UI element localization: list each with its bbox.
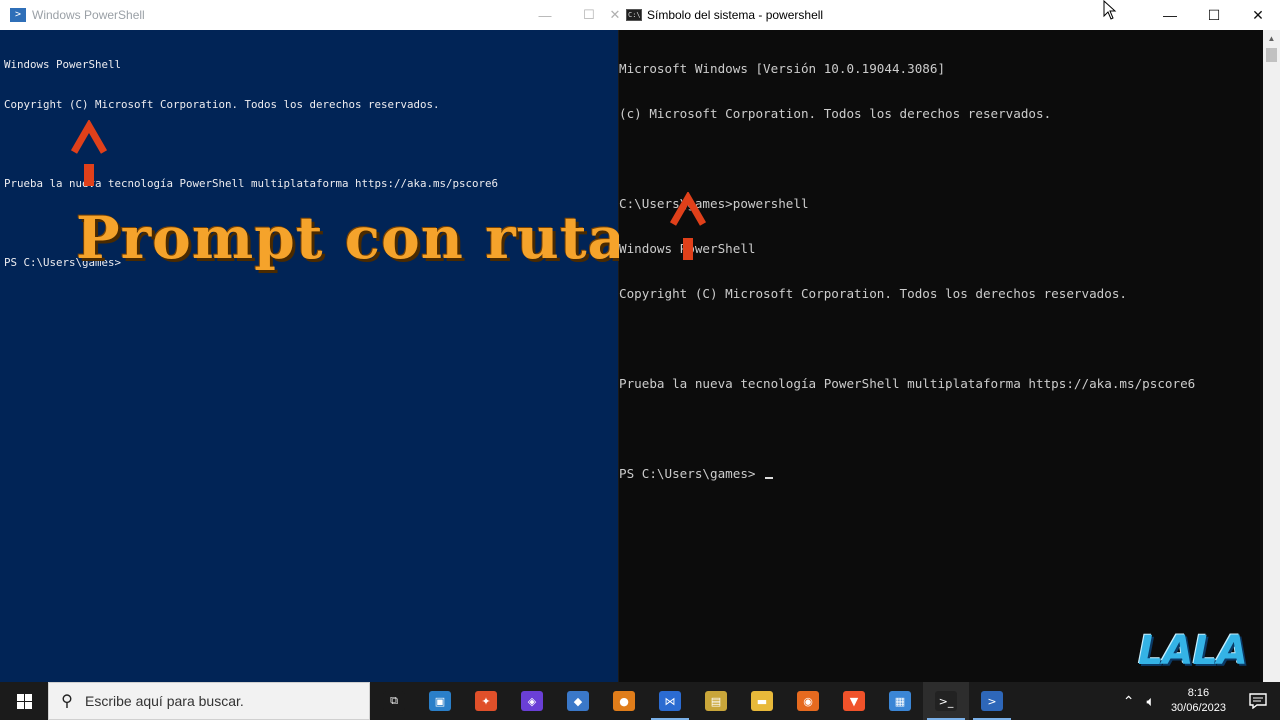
search-input[interactable]: Escribe aquí para buscar. [85, 693, 244, 709]
console-prompt-line[interactable]: PS C:\Users\games> [619, 466, 1195, 481]
visual-studio-taskbar-button[interactable]: ⋈ [647, 682, 693, 720]
task-view-taskbar-button[interactable]: ⧉ [371, 682, 417, 720]
up-arrow-annotation-icon [70, 120, 110, 190]
media-app-taskbar-button[interactable]: ● [601, 682, 647, 720]
text-cursor [765, 477, 774, 479]
powershell-titlebar[interactable]: > Windows PowerShell — ☐ ✕ [0, 0, 621, 30]
photo-app-taskbar-button[interactable]: ▣ [417, 682, 463, 720]
vertical-scrollbar[interactable]: ▲ [1263, 30, 1280, 682]
volume-icon[interactable]: 🔈︎ [1141, 682, 1161, 720]
visual-studio-icon: ⋈ [659, 691, 681, 711]
cmd-window-controls: — ☐ ✕ [1148, 0, 1280, 30]
console-line: Windows PowerShell [4, 58, 122, 72]
file-explorer-taskbar-button[interactable]: ▬ [739, 682, 785, 720]
clock[interactable]: 8:16 30/06/2023 [1161, 686, 1236, 716]
console-line: Copyright (C) Microsoft Corporation. Tod… [4, 98, 440, 112]
console-line: Prueba la nueva tecnología PowerShell mu… [619, 376, 1196, 391]
taskbar: ⚲ Escribe aquí para buscar. ⧉ ▣ ✦ ◈ ◆ ● ⋈ ▤ ▬ ◉ ▼ ▦… [0, 682, 1280, 720]
search-icon: ⚲ [61, 693, 73, 710]
watermark-logo: LALA [1138, 628, 1248, 674]
brave-icon: ▼ [843, 691, 865, 711]
console-line: ​ [619, 421, 1195, 436]
cmd-window-title: Símbolo del sistema - powershell [647, 8, 824, 22]
maximize-button[interactable]: ☐ [1192, 0, 1236, 30]
cmd-titlebar[interactable]: C:\ Símbolo del sistema - powershell — ☐… [619, 0, 1280, 30]
task-view-icon: ⧉ [383, 691, 405, 711]
files-app-taskbar-button[interactable]: ▤ [693, 682, 739, 720]
clock-date: 30/06/2023 [1170, 702, 1226, 714]
firefox-taskbar-button[interactable]: ◉ [785, 682, 831, 720]
close-button[interactable]: ✕ [1236, 0, 1280, 30]
mouse-pointer-icon [1103, 0, 1117, 25]
powershell-icon: > [10, 8, 26, 22]
overlay-caption: Prompt con ruta [76, 204, 627, 272]
purple-app-taskbar-button[interactable]: ◈ [509, 682, 555, 720]
scroll-up-icon[interactable]: ▲ [1263, 30, 1280, 47]
cmd-icon: C:\ [626, 9, 642, 21]
start-button[interactable] [0, 682, 48, 720]
scroll-thumb[interactable] [1266, 48, 1277, 62]
powershell-taskbar-icon: > [981, 691, 1003, 711]
creative-app-icon: ✦ [475, 691, 497, 711]
minimize-button[interactable]: — [1148, 0, 1192, 30]
virtualbox-taskbar-button[interactable]: ◆ [555, 682, 601, 720]
remote-desktop-icon: ▦ [889, 691, 911, 711]
creative-app-taskbar-button[interactable]: ✦ [463, 682, 509, 720]
console-line: Copyright (C) Microsoft Corporation. Tod… [619, 286, 1127, 301]
console-line: (c) Microsoft Corporation. Todos los der… [619, 106, 1052, 121]
files-app-icon: ▤ [705, 691, 727, 711]
prompt-text: PS C:\Users\games> [619, 466, 764, 481]
media-app-icon: ● [613, 691, 635, 711]
windows-logo-icon [16, 693, 32, 709]
taskbar-app-list: ⧉ ▣ ✦ ◈ ◆ ● ⋈ ▤ ▬ ◉ ▼ ▦ >_ > [371, 682, 1015, 720]
brave-taskbar-button[interactable]: ▼ [831, 682, 877, 720]
console-line: Microsoft Windows [Versión 10.0.19044.30… [619, 61, 946, 76]
minimize-button[interactable]: — [523, 0, 567, 30]
purple-app-icon: ◈ [521, 691, 543, 711]
terminal-icon: >_ [935, 691, 957, 711]
powershell-taskbar-taskbar-button[interactable]: > [969, 682, 1015, 720]
powershell-window-controls: — ☐ ✕ [523, 0, 621, 30]
firefox-icon: ◉ [797, 691, 819, 711]
remote-desktop-taskbar-button[interactable]: ▦ [877, 682, 923, 720]
maximize-button[interactable]: ☐ [567, 0, 611, 30]
show-hidden-icons-chevron-icon[interactable]: ⌃ [1117, 682, 1141, 720]
file-explorer-icon: ▬ [751, 691, 773, 711]
cmd-console-output[interactable]: Microsoft Windows [Versión 10.0.19044.30… [619, 31, 1195, 511]
close-button[interactable]: ✕ [610, 0, 621, 30]
photo-app-icon: ▣ [429, 691, 451, 711]
powershell-window-title: Windows PowerShell [32, 8, 145, 22]
notification-center-icon[interactable] [1236, 682, 1280, 720]
cmd-window[interactable]: C:\ Símbolo del sistema - powershell — ☐… [619, 0, 1280, 682]
up-arrow-annotation-icon [669, 192, 709, 264]
terminal-taskbar-button[interactable]: >_ [923, 682, 969, 720]
powershell-window[interactable]: > Windows PowerShell — ☐ ✕ Windows Power… [0, 0, 625, 682]
console-line: ​ [619, 331, 1195, 346]
system-tray: ⌃ 🔈︎ 8:16 30/06/2023 [1117, 682, 1280, 720]
virtualbox-icon: ◆ [567, 691, 589, 711]
search-box[interactable]: ⚲ Escribe aquí para buscar. [48, 682, 370, 720]
console-line: ​ [619, 151, 1195, 166]
clock-time: 8:16 [1187, 687, 1210, 699]
